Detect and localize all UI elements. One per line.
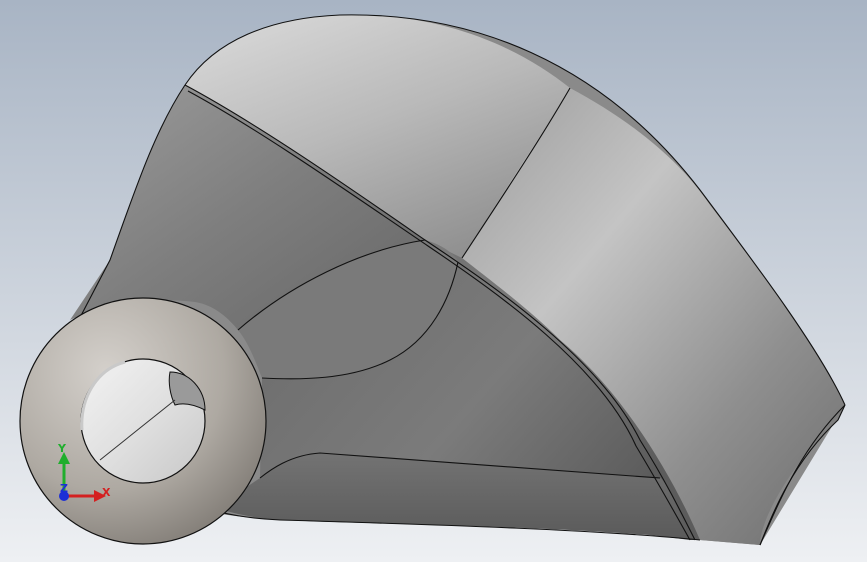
y-axis-label: Y: [57, 442, 67, 455]
model-view-canvas[interactable]: Y X Z: [0, 0, 867, 562]
z-axis-label: Z: [60, 482, 68, 495]
3d-graphics-viewport[interactable]: Y X Z: [0, 0, 867, 562]
x-axis-label: X: [102, 486, 111, 499]
boss-feature[interactable]: [19, 297, 267, 545]
